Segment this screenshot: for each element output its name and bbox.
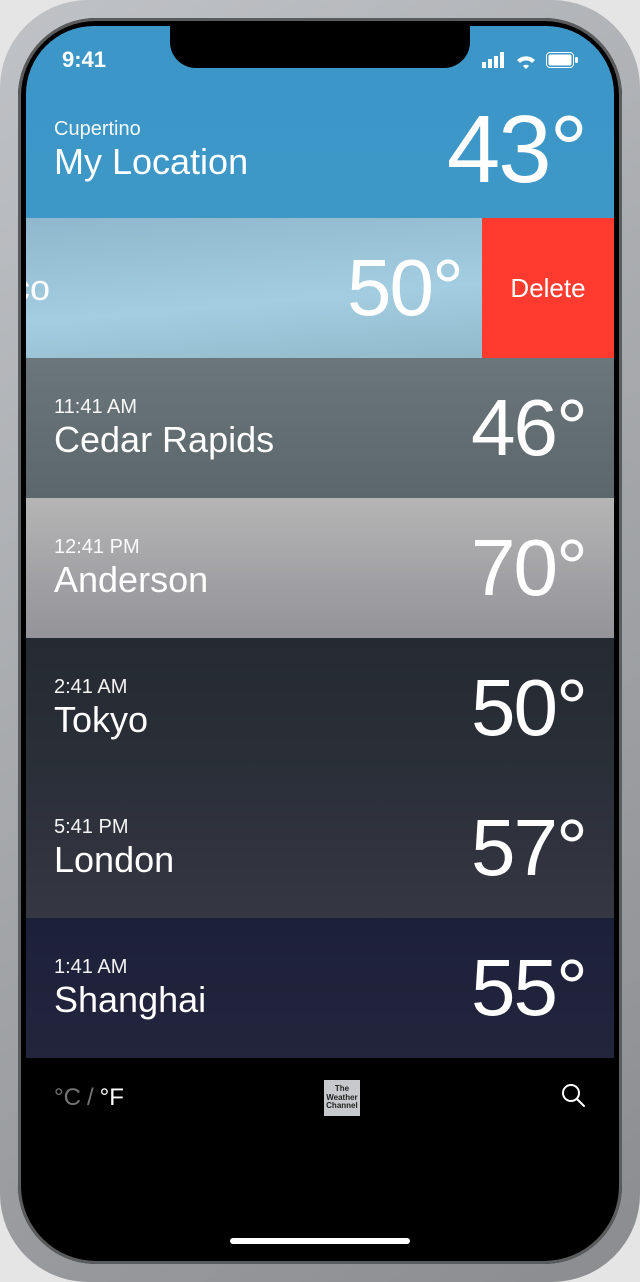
location-temp: 46° (471, 382, 586, 474)
fahrenheit-label: °F (100, 1084, 124, 1112)
location-time: 5:41 PM (54, 816, 174, 839)
celsius-label: °C (54, 1084, 81, 1112)
screen: 9:41 Cupertino My Location 43° (26, 26, 614, 1256)
location-time: 12:41 PM (54, 536, 208, 559)
notch (170, 26, 470, 68)
location-temp: 57° (471, 802, 586, 894)
wifi-icon (514, 51, 538, 69)
location-name: My Location (54, 141, 248, 182)
status-time: 9:41 (62, 47, 106, 73)
location-name: Tokyo (54, 699, 148, 740)
device-frame: 9:41 Cupertino My Location 43° (0, 0, 640, 1282)
location-name: rancisco (26, 267, 50, 308)
location-temp: 55° (471, 942, 586, 1034)
location-name: Shanghai (54, 979, 206, 1020)
delete-button[interactable]: Delete (482, 218, 614, 358)
location-temp: 70° (471, 522, 586, 614)
location-row-london[interactable]: 5:41 PM London 57° (26, 778, 614, 918)
location-name: London (54, 839, 174, 880)
status-icons (482, 51, 578, 69)
location-name: Anderson (54, 559, 208, 600)
home-indicator[interactable] (230, 1238, 410, 1244)
cellular-icon (482, 52, 506, 68)
location-row-shanghai[interactable]: 1:41 AM Shanghai 55° (26, 918, 614, 1058)
location-temp: 43° (447, 95, 586, 205)
location-time: 11:41 AM (54, 396, 274, 419)
bottom-toolbar: °C / °F The Weather Channel (26, 1058, 614, 1138)
twc-line3: Channel (326, 1102, 358, 1110)
location-time: 2:41 AM (54, 676, 148, 699)
location-time: 1:41 AM (54, 956, 206, 979)
weather-list[interactable]: Cupertino My Location 43° rancisco 50° D… (26, 26, 614, 1256)
location-temp: 50° (347, 242, 482, 334)
location-temp: 50° (471, 662, 586, 754)
location-row-anderson[interactable]: 12:41 PM Anderson 70° (26, 498, 614, 638)
location-row-san-francisco[interactable]: rancisco 50° Delete (26, 218, 614, 358)
battery-icon (546, 52, 578, 68)
search-icon[interactable] (560, 1082, 586, 1115)
location-name: Cedar Rapids (54, 419, 274, 460)
unit-slash: / (87, 1084, 94, 1112)
location-subtitle: Cupertino (54, 118, 248, 141)
weather-channel-logo[interactable]: The Weather Channel (324, 1080, 360, 1116)
unit-toggle[interactable]: °C / °F (54, 1084, 124, 1112)
location-row-cedar-rapids[interactable]: 11:41 AM Cedar Rapids 46° (26, 358, 614, 498)
location-row-tokyo[interactable]: 2:41 AM Tokyo 50° (26, 638, 614, 778)
device-bezel: 9:41 Cupertino My Location 43° (18, 18, 622, 1264)
delete-label: Delete (510, 273, 585, 304)
